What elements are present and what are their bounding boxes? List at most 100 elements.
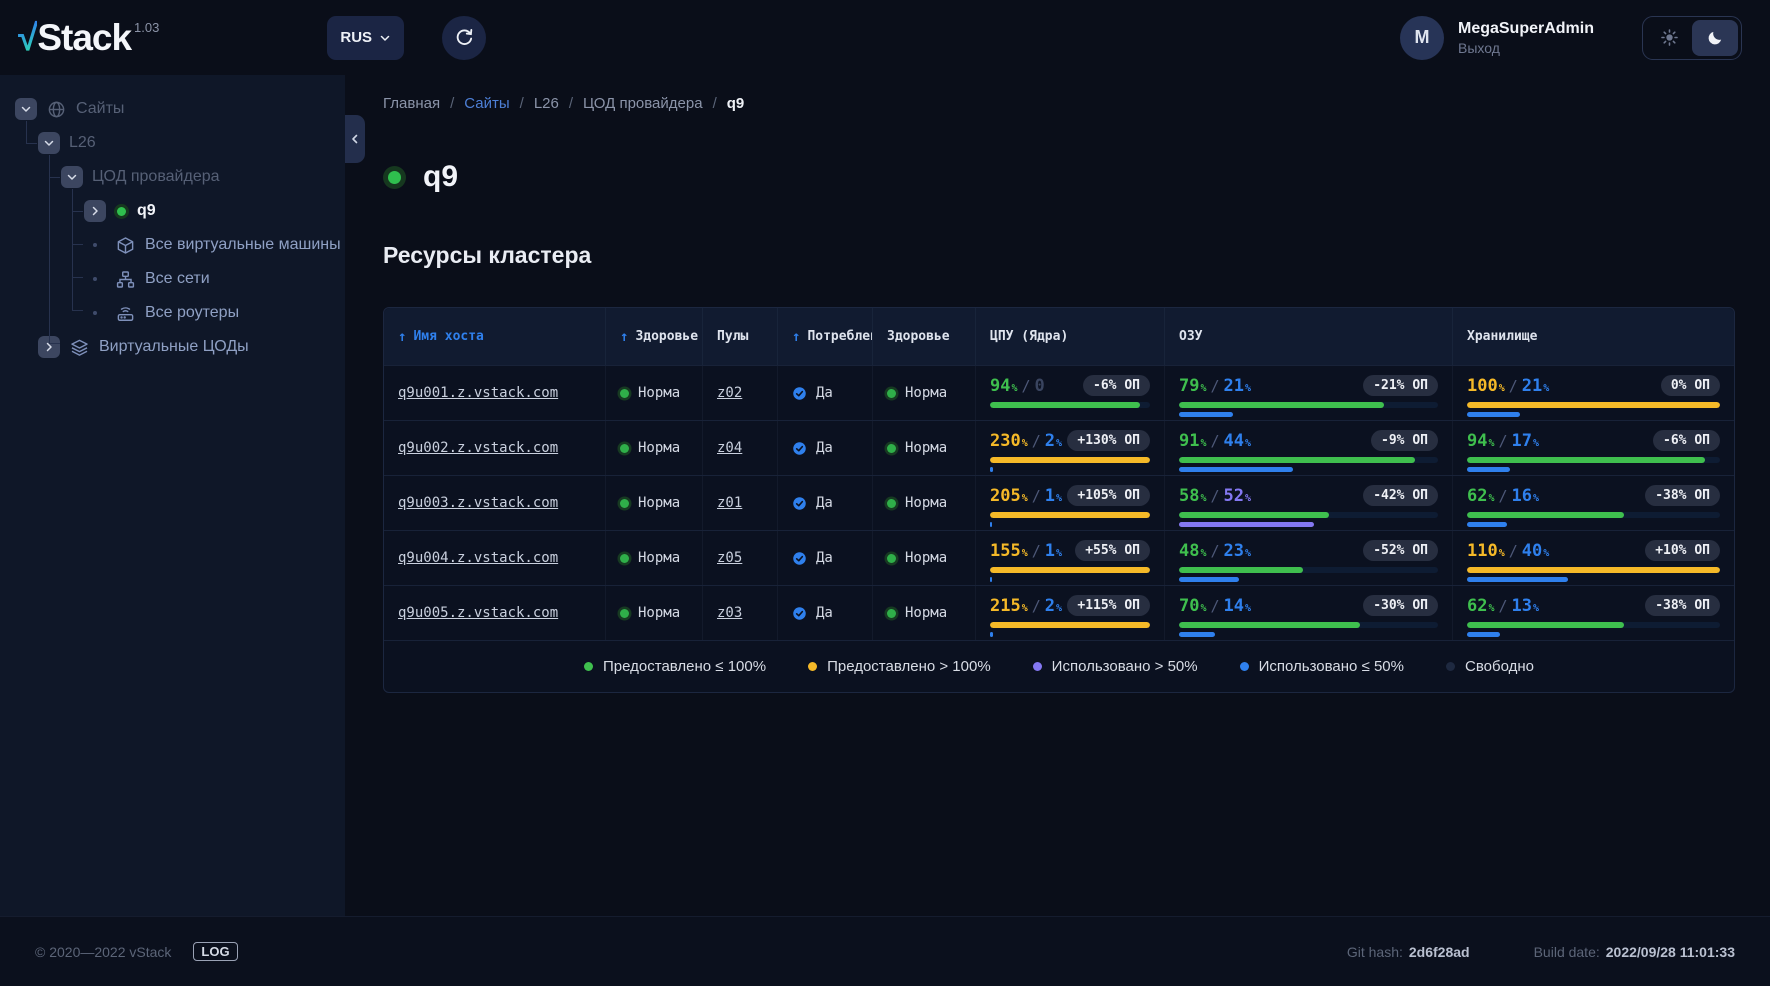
pool-link[interactable]: z05: [717, 550, 742, 566]
column-header[interactable]: ОЗУ: [1165, 308, 1453, 365]
column-header[interactable]: ↑ Имя хоста: [384, 308, 606, 365]
sidebar-item[interactable]: L26: [0, 126, 345, 160]
build-date-label: Build date:: [1533, 943, 1600, 960]
provided-value: 94: [990, 375, 1011, 396]
chevron-right-icon[interactable]: [84, 200, 106, 222]
used-value: 17: [1511, 430, 1533, 451]
column-header-label: ОЗУ: [1179, 329, 1203, 344]
moon-icon: [1706, 29, 1724, 47]
health-status-text: Норма: [905, 605, 948, 621]
sidebar-item[interactable]: Сайты: [0, 92, 345, 126]
health-cell: Норма: [873, 586, 976, 640]
used-value: 21: [1521, 375, 1543, 396]
value-separator: /: [1498, 431, 1508, 450]
chevron-down-icon[interactable]: [15, 98, 37, 120]
git-hash-value: 2d6f28ad: [1408, 943, 1470, 960]
tree-connector: [49, 155, 50, 343]
version-label: 1.03: [134, 19, 160, 35]
host-link[interactable]: q9u002.z.vstack.com: [398, 440, 558, 456]
language-value: RUS: [340, 29, 373, 46]
column-header[interactable]: Пулы: [703, 308, 778, 365]
health-status-dot: [887, 608, 896, 618]
column-header[interactable]: Здоровье: [873, 308, 976, 365]
provided-bar-track: [990, 622, 1150, 628]
column-header[interactable]: Хранилище: [1453, 308, 1734, 365]
language-dropdown[interactable]: RUS: [327, 15, 405, 60]
provided-value: 205: [990, 485, 1021, 506]
host-link[interactable]: q9u004.z.vstack.com: [398, 550, 558, 566]
avatar[interactable]: M: [1399, 15, 1444, 60]
light-theme-button[interactable]: [1646, 20, 1692, 56]
health-status-dot: [887, 553, 896, 563]
check-circle-icon: [792, 496, 807, 511]
percent-sign: %: [1021, 492, 1028, 504]
breadcrumb-item[interactable]: Сайты: [464, 95, 509, 112]
log-badge[interactable]: LOG: [193, 942, 238, 961]
overprovision-badge: -38% ОП: [1645, 485, 1720, 506]
sidebar-item[interactable]: Все виртуальные машины: [0, 228, 345, 262]
chevron-down-icon[interactable]: [61, 166, 83, 188]
sidebar-item-label[interactable]: Все роутеры: [145, 304, 239, 322]
page-title-block: q9: [383, 160, 1735, 194]
breadcrumb-item[interactable]: ЦОД провайдера: [583, 95, 703, 112]
dark-theme-button[interactable]: [1692, 19, 1738, 56]
chevron-down-icon[interactable]: [38, 132, 60, 154]
pool-link[interactable]: z04: [717, 440, 742, 456]
sidebar-item-label[interactable]: L26: [69, 134, 96, 152]
sidebar-item-label[interactable]: Сайты: [76, 100, 124, 118]
percent-sign: %: [1488, 437, 1495, 449]
sidebar-item-label[interactable]: Все сети: [145, 270, 210, 288]
theme-toggle: [1642, 15, 1742, 60]
host-link[interactable]: q9u003.z.vstack.com: [398, 495, 558, 511]
used-value: 1: [1044, 540, 1056, 561]
sidebar-item-label[interactable]: Все виртуальные машины: [145, 236, 341, 254]
consumption-cell: Да: [778, 476, 873, 530]
host-cell: q9u004.z.vstack.com: [384, 531, 606, 585]
column-header[interactable]: ЦПУ (Ядра): [976, 308, 1165, 365]
used-value: 44: [1223, 430, 1245, 451]
provided-value: 110: [1467, 540, 1498, 561]
pool-link[interactable]: z01: [717, 495, 742, 511]
used-value: 23: [1223, 540, 1245, 561]
sidebar-item-label[interactable]: Виртуальные ЦОДы: [99, 338, 249, 356]
used-value: 13: [1511, 595, 1533, 616]
sidebar-item[interactable]: Виртуальные ЦОДы: [0, 330, 345, 364]
user-block: MegaSuperAdmin Выход: [1458, 20, 1594, 56]
ram-cell: 48%/23% -52% ОП: [1165, 531, 1453, 585]
sidebar-item-label[interactable]: ЦОД провайдера: [92, 168, 220, 186]
pool-link[interactable]: z02: [717, 385, 742, 401]
consumption-text: Да: [816, 385, 833, 401]
vstack-logo[interactable]: √Stack 1.03: [18, 12, 159, 64]
sidebar-item[interactable]: Все роутеры: [0, 296, 345, 330]
refresh-button[interactable]: [442, 15, 487, 60]
chevron-down-icon: [379, 32, 391, 44]
provided-bar-track: [990, 457, 1150, 463]
host-link[interactable]: q9u001.z.vstack.com: [398, 385, 558, 401]
sidebar: Сайты L26 ЦОД провайдера q9 Все виртуальные …: [0, 75, 345, 916]
legend-dot: [808, 662, 818, 671]
percent-sign: %: [1200, 547, 1207, 559]
breadcrumb-item[interactable]: Главная: [383, 95, 440, 112]
logout-link[interactable]: Выход: [1458, 40, 1594, 56]
provided-bar: [990, 567, 1150, 573]
cpu-cell: 155%/1% +55% ОП: [976, 531, 1165, 585]
health-cell: Норма: [606, 531, 703, 585]
breadcrumb-item[interactable]: L26: [534, 95, 559, 112]
sidebar-collapse-button[interactable]: [345, 115, 365, 163]
column-header-label: Здоровье: [887, 329, 950, 344]
column-header[interactable]: ↑ Здоровье: [606, 308, 703, 365]
tree-connector: [72, 189, 73, 310]
host-link[interactable]: q9u005.z.vstack.com: [398, 605, 558, 621]
legend-item: Использовано ≤ 50%: [1239, 658, 1404, 675]
value-separator: /: [1031, 486, 1041, 505]
sidebar-item[interactable]: q9: [0, 194, 345, 228]
column-header[interactable]: ↑ Потребление: [778, 308, 873, 365]
provided-bar: [1467, 457, 1705, 463]
sidebar-item-label[interactable]: q9: [137, 202, 156, 220]
sidebar-item[interactable]: Все сети: [0, 262, 345, 296]
overprovision-badge: -42% ОП: [1363, 485, 1438, 506]
sun-icon: [1660, 28, 1679, 47]
pool-link[interactable]: z03: [717, 605, 742, 621]
column-header-label: Хранилище: [1467, 329, 1538, 344]
router-icon: [115, 303, 136, 324]
